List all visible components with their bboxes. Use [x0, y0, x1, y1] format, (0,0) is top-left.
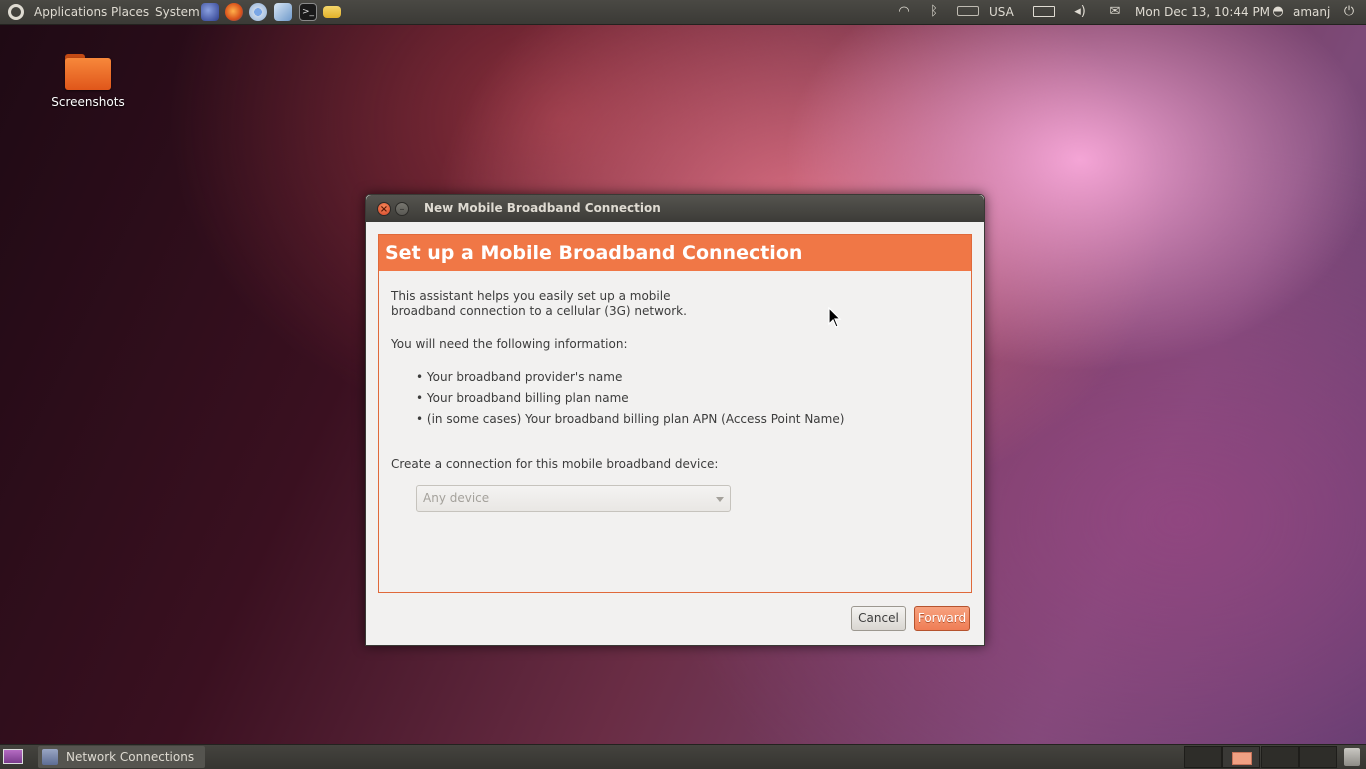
info-list: • Your broadband provider's name • Your …	[416, 370, 959, 427]
wifi-icon[interactable]: ◠	[895, 5, 913, 19]
page-header: Set up a Mobile Broadband Connection	[379, 235, 971, 271]
ubuntu-logo-icon[interactable]	[8, 4, 24, 20]
workspace-1[interactable]	[1184, 746, 1222, 768]
volume-icon[interactable]: ◂)	[1071, 5, 1089, 19]
bottom-panel: Network Connections	[0, 744, 1366, 769]
keyboard-layout-label[interactable]: USA	[989, 0, 1014, 24]
user-icon[interactable]: ◓	[1269, 5, 1287, 19]
new-mobile-broadband-dialog: × – New Mobile Broadband Connection Set …	[365, 194, 985, 646]
package-icon[interactable]	[274, 3, 292, 21]
close-icon[interactable]: ×	[377, 202, 391, 216]
dialog-title: New Mobile Broadband Connection	[424, 201, 661, 215]
chromium-icon[interactable]	[249, 3, 267, 21]
menu-places[interactable]: Places	[111, 0, 149, 24]
list-item: • Your broadband billing plan name	[416, 391, 629, 405]
clock[interactable]: Mon Dec 13, 10:44 PM	[1135, 0, 1270, 24]
workspace-2[interactable]	[1222, 746, 1260, 768]
workspace-4[interactable]	[1299, 746, 1337, 768]
mail-icon[interactable]: ✉	[1106, 5, 1124, 19]
dialog-titlebar[interactable]: × – New Mobile Broadband Connection	[366, 195, 984, 222]
list-item: • Your broadband provider's name	[416, 370, 623, 384]
taskbar-network-connections[interactable]: Network Connections	[38, 746, 205, 768]
device-select[interactable]: Any device	[416, 485, 731, 512]
menu-applications[interactable]: Applications	[34, 0, 107, 24]
forward-button[interactable]: Forward	[914, 606, 970, 631]
cancel-button[interactable]: Cancel	[851, 606, 906, 631]
menu-system[interactable]: System	[155, 0, 200, 24]
assistant-page: Set up a Mobile Broadband Connection Thi…	[378, 234, 972, 593]
user-name[interactable]: amanj	[1293, 0, 1330, 24]
task-label: Network Connections	[66, 750, 195, 764]
show-desktop-icon[interactable]	[3, 749, 23, 764]
keyboard-icon[interactable]	[957, 6, 979, 16]
chevron-down-icon	[716, 497, 724, 502]
network-connections-icon	[42, 749, 58, 765]
device-label: Create a connection for this mobile broa…	[391, 457, 719, 471]
intro-line-1: This assistant helps you easily set up a…	[391, 289, 671, 303]
folder-icon[interactable]	[323, 6, 341, 18]
device-select-value: Any device	[423, 491, 490, 505]
battery-icon[interactable]	[1033, 6, 1055, 17]
folder-icon	[65, 52, 111, 90]
mouse-cursor-icon	[828, 307, 842, 328]
need-info-text: You will need the following information:	[391, 337, 628, 351]
list-item: • (in some cases) Your broadband billing…	[416, 412, 845, 426]
firefox-icon[interactable]	[225, 3, 243, 21]
terminal-icon[interactable]: >_	[299, 3, 317, 21]
desktop-icon-label: Screenshots	[51, 95, 125, 109]
desktop-icon-screenshots[interactable]: Screenshots	[48, 52, 128, 109]
bluetooth-icon[interactable]: ᛒ	[925, 5, 943, 19]
eclipse-icon[interactable]	[201, 3, 219, 21]
minimize-icon[interactable]: –	[395, 202, 409, 216]
intro-line-2: broadband connection to a cellular (3G) …	[391, 304, 687, 318]
trash-icon[interactable]	[1344, 748, 1360, 766]
power-icon[interactable]: ⏻	[1340, 5, 1358, 19]
top-panel: Applications Places System >_ ◠ ᛒ USA ◂)…	[0, 0, 1366, 25]
workspace-3[interactable]	[1261, 746, 1299, 768]
